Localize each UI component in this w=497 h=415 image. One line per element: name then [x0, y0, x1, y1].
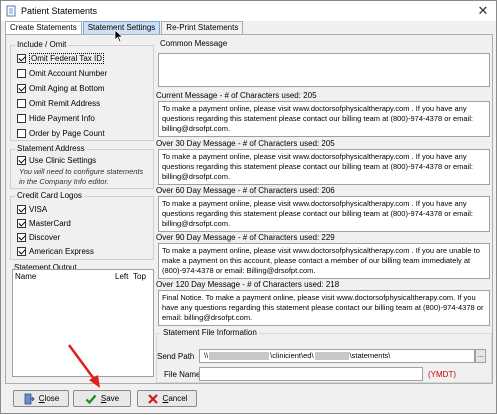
statement-address-group: Statement Address Use Clinic Settings Yo…	[10, 144, 154, 189]
omit-federal-tax-id-option[interactable]: Omit Federal Tax ID	[17, 53, 104, 64]
column-header-name[interactable]: Name	[15, 272, 36, 281]
tab-strip: Create Statements Statement Settings Re-…	[5, 21, 244, 35]
credit-card-logos-title: Credit Card Logos	[15, 191, 84, 201]
over-120-message-label: Over 120 Day Message - # of Characters u…	[156, 280, 340, 289]
visa-checkbox[interactable]	[17, 205, 26, 214]
cancel-button[interactable]: Cancel	[137, 390, 197, 407]
file-info-title: Statement File Information	[161, 328, 259, 338]
hide-payment-info-option[interactable]: Hide Payment Info	[17, 113, 95, 124]
over-90-message-textbox[interactable]: To make a payment online, please visit w…	[158, 243, 490, 279]
create-statements-panel: Include / Omit Omit Federal Tax ID Omit …	[5, 34, 493, 384]
omit-account-number-label: Omit Account Number	[29, 69, 108, 78]
file-name-label: File Name	[164, 370, 201, 379]
hide-payment-info-checkbox[interactable]	[17, 114, 26, 123]
column-header-top[interactable]: Top	[133, 272, 146, 281]
document-icon	[6, 5, 16, 17]
checkmark-icon	[85, 394, 97, 404]
statement-output-list[interactable]: Name Left Top	[12, 269, 154, 377]
discover-option[interactable]: Discover	[17, 232, 60, 243]
title-bar: Patient Statements ✕	[1, 1, 496, 21]
over-120-message-textbox[interactable]: Final Notice. To make a payment online, …	[158, 290, 490, 326]
mastercard-checkbox[interactable]	[17, 219, 26, 228]
current-message-textbox[interactable]: To make a payment online, please visit w…	[158, 101, 490, 137]
order-by-page-count-label: Order by Page Count	[29, 129, 105, 138]
omit-remit-address-option[interactable]: Omit Remit Address	[17, 98, 100, 109]
order-by-page-count-option[interactable]: Order by Page Count	[17, 128, 105, 139]
clinic-settings-note-line1: You will need to configure statements	[19, 167, 144, 176]
tab-reprint-statements[interactable]: Re-Print Statements	[161, 21, 244, 34]
american-express-option[interactable]: American Express	[17, 246, 94, 257]
mastercard-option[interactable]: MasterCard	[17, 218, 71, 229]
visa-option[interactable]: VISA	[17, 204, 47, 215]
send-path-field[interactable]: \\ \clinicient\ed\ \statements\	[199, 349, 475, 363]
omit-account-number-checkbox[interactable]	[17, 69, 26, 78]
send-path-mid: \clinicient\ed\	[270, 351, 314, 360]
discover-label: Discover	[29, 233, 61, 242]
common-message-textbox[interactable]	[158, 53, 490, 87]
omit-remit-address-label: Omit Remit Address	[29, 99, 101, 108]
mastercard-label: MasterCard	[29, 219, 71, 228]
send-path-prefix: \\	[204, 351, 209, 360]
hide-payment-info-label: Hide Payment Info	[29, 114, 95, 123]
include-omit-title: Include / Omit	[15, 40, 69, 50]
close-window-icon[interactable]: ✕	[476, 3, 490, 19]
redacted-segment	[314, 352, 349, 361]
use-clinic-settings-option[interactable]: Use Clinic Settings	[17, 155, 96, 166]
file-name-field[interactable]	[199, 367, 423, 381]
include-omit-group: Include / Omit Omit Federal Tax ID Omit …	[10, 40, 154, 141]
mouse-pointer-icon	[114, 29, 124, 43]
close-label-rest: lose	[44, 394, 60, 403]
save-button[interactable]: Save	[73, 390, 131, 407]
omit-remit-address-checkbox[interactable]	[17, 99, 26, 108]
omit-account-number-option[interactable]: Omit Account Number	[17, 68, 107, 79]
exit-door-icon	[24, 393, 35, 404]
send-path-label: Send Path	[157, 352, 195, 361]
omit-aging-option[interactable]: Omit Aging at Bottom	[17, 83, 105, 94]
discover-checkbox[interactable]	[17, 233, 26, 242]
american-express-label: American Express	[29, 247, 94, 256]
column-header-left[interactable]: Left	[115, 272, 128, 281]
visa-label: VISA	[29, 205, 48, 214]
american-express-checkbox[interactable]	[17, 247, 26, 256]
use-clinic-settings-checkbox[interactable]	[17, 156, 26, 165]
credit-card-logos-group: Credit Card Logos VISA MasterCard Discov…	[10, 191, 154, 260]
send-path-end: \statements\	[349, 351, 391, 360]
over-30-message-textbox[interactable]: To make a payment online, please visit w…	[158, 149, 490, 185]
over-60-message-label: Over 60 Day Message - # of Characters us…	[156, 186, 335, 195]
omit-federal-tax-id-checkbox[interactable]	[17, 54, 26, 63]
common-message-title: Common Message	[158, 39, 230, 49]
omit-aging-label: Omit Aging at Bottom	[29, 84, 105, 93]
save-label-rest: ave	[106, 394, 120, 403]
statement-output-header: Name Left Top	[15, 272, 151, 283]
current-message-label: Current Message - # of Characters used: …	[156, 91, 317, 100]
close-button[interactable]: Close	[13, 390, 69, 407]
window-title: Patient Statements	[21, 6, 98, 16]
cancel-label-rest: ancel	[168, 394, 188, 403]
over-90-message-label: Over 90 Day Message - # of Characters us…	[156, 233, 335, 242]
redacted-segment	[209, 352, 270, 361]
patient-statements-window: Patient Statements ✕ Create Statements S…	[0, 0, 497, 414]
over-30-message-label: Over 30 Day Message - # of Characters us…	[156, 139, 335, 148]
omit-federal-tax-id-label: Omit Federal Tax ID	[29, 53, 104, 64]
use-clinic-settings-label: Use Clinic Settings	[29, 156, 97, 165]
over-60-message-textbox[interactable]: To make a payment online, please visit w…	[158, 196, 490, 232]
clinic-settings-note-line2: in the Company Info editor.	[19, 177, 109, 186]
file-name-format-hint: (YMDT)	[428, 370, 456, 379]
order-by-page-count-checkbox[interactable]	[17, 129, 26, 138]
tab-create-statements[interactable]: Create Statements	[5, 21, 82, 35]
cancel-x-icon	[147, 393, 158, 404]
browse-path-button[interactable]: ...	[475, 349, 486, 363]
omit-aging-checkbox[interactable]	[17, 84, 26, 93]
statement-address-title: Statement Address	[15, 144, 87, 154]
